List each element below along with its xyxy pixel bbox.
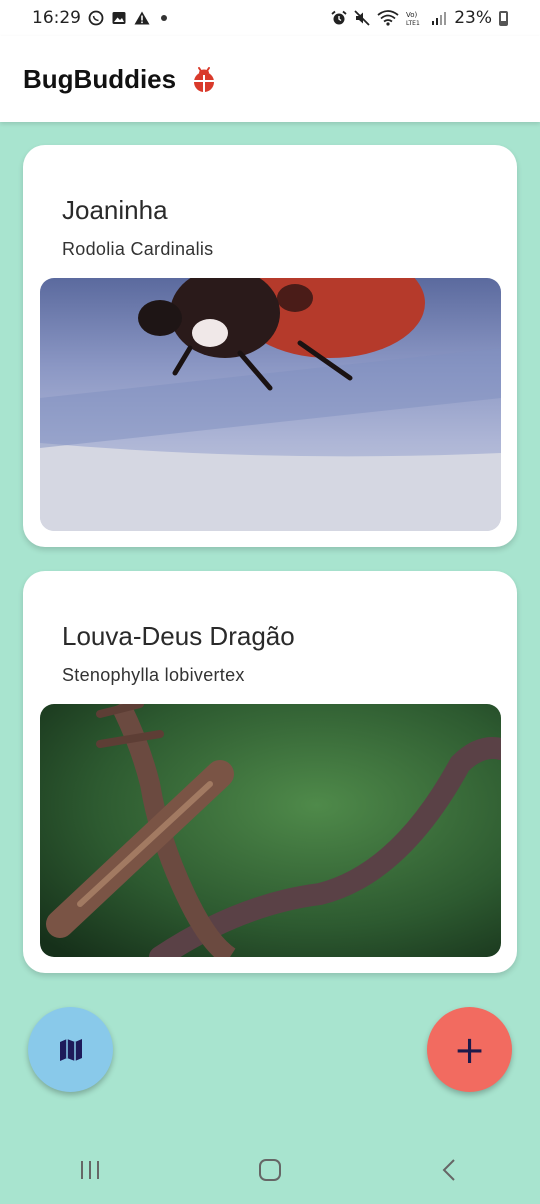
status-bar: 16:29 Vo) LTE1 23%: [0, 0, 540, 36]
mantis-photo: [40, 704, 501, 957]
battery-icon: [499, 10, 508, 26]
ladybug-icon: [194, 67, 215, 92]
app-title: BugBuddies: [23, 63, 177, 94]
battery-percentage: 23%: [454, 8, 492, 28]
bug-card[interactable]: Joaninha Rodolia Cardinalis: [23, 145, 517, 547]
back-icon[interactable]: [438, 1158, 462, 1182]
notification-dot-icon: [161, 15, 167, 21]
image-icon: [112, 12, 126, 24]
bug-name: Louva-Deus Dragão: [62, 621, 295, 651]
app-bar: BugBuddies: [0, 36, 540, 122]
map-button[interactable]: [28, 1007, 113, 1092]
signal-icon: [432, 12, 447, 25]
home-icon[interactable]: [258, 1158, 282, 1182]
wifi-icon: [377, 10, 399, 26]
system-nav-bar: [0, 1135, 540, 1204]
warning-icon: [134, 11, 150, 25]
status-time: 16:29: [32, 8, 81, 28]
bug-name: Joaninha: [62, 195, 168, 225]
bug-scientific-name: Rodolia Cardinalis: [62, 239, 214, 259]
map-icon: [59, 1038, 82, 1061]
whatsapp-icon: [88, 10, 104, 26]
bug-scientific-name: Stenophylla lobivertex: [62, 665, 245, 685]
svg-text:Vo): Vo): [406, 11, 418, 19]
alarm-icon: [331, 10, 347, 25]
ladybug-photo: [40, 278, 501, 531]
add-bug-button[interactable]: +: [427, 1007, 512, 1092]
plus-icon: +: [453, 1027, 486, 1072]
recent-apps-icon[interactable]: [78, 1158, 102, 1182]
bug-card[interactable]: Louva-Deus Dragão Stenophylla lobivertex: [23, 571, 517, 973]
volte-icon: Vo)LTE1: [406, 11, 420, 26]
svg-text:LTE1: LTE1: [406, 20, 420, 26]
mute-icon: [354, 10, 370, 26]
